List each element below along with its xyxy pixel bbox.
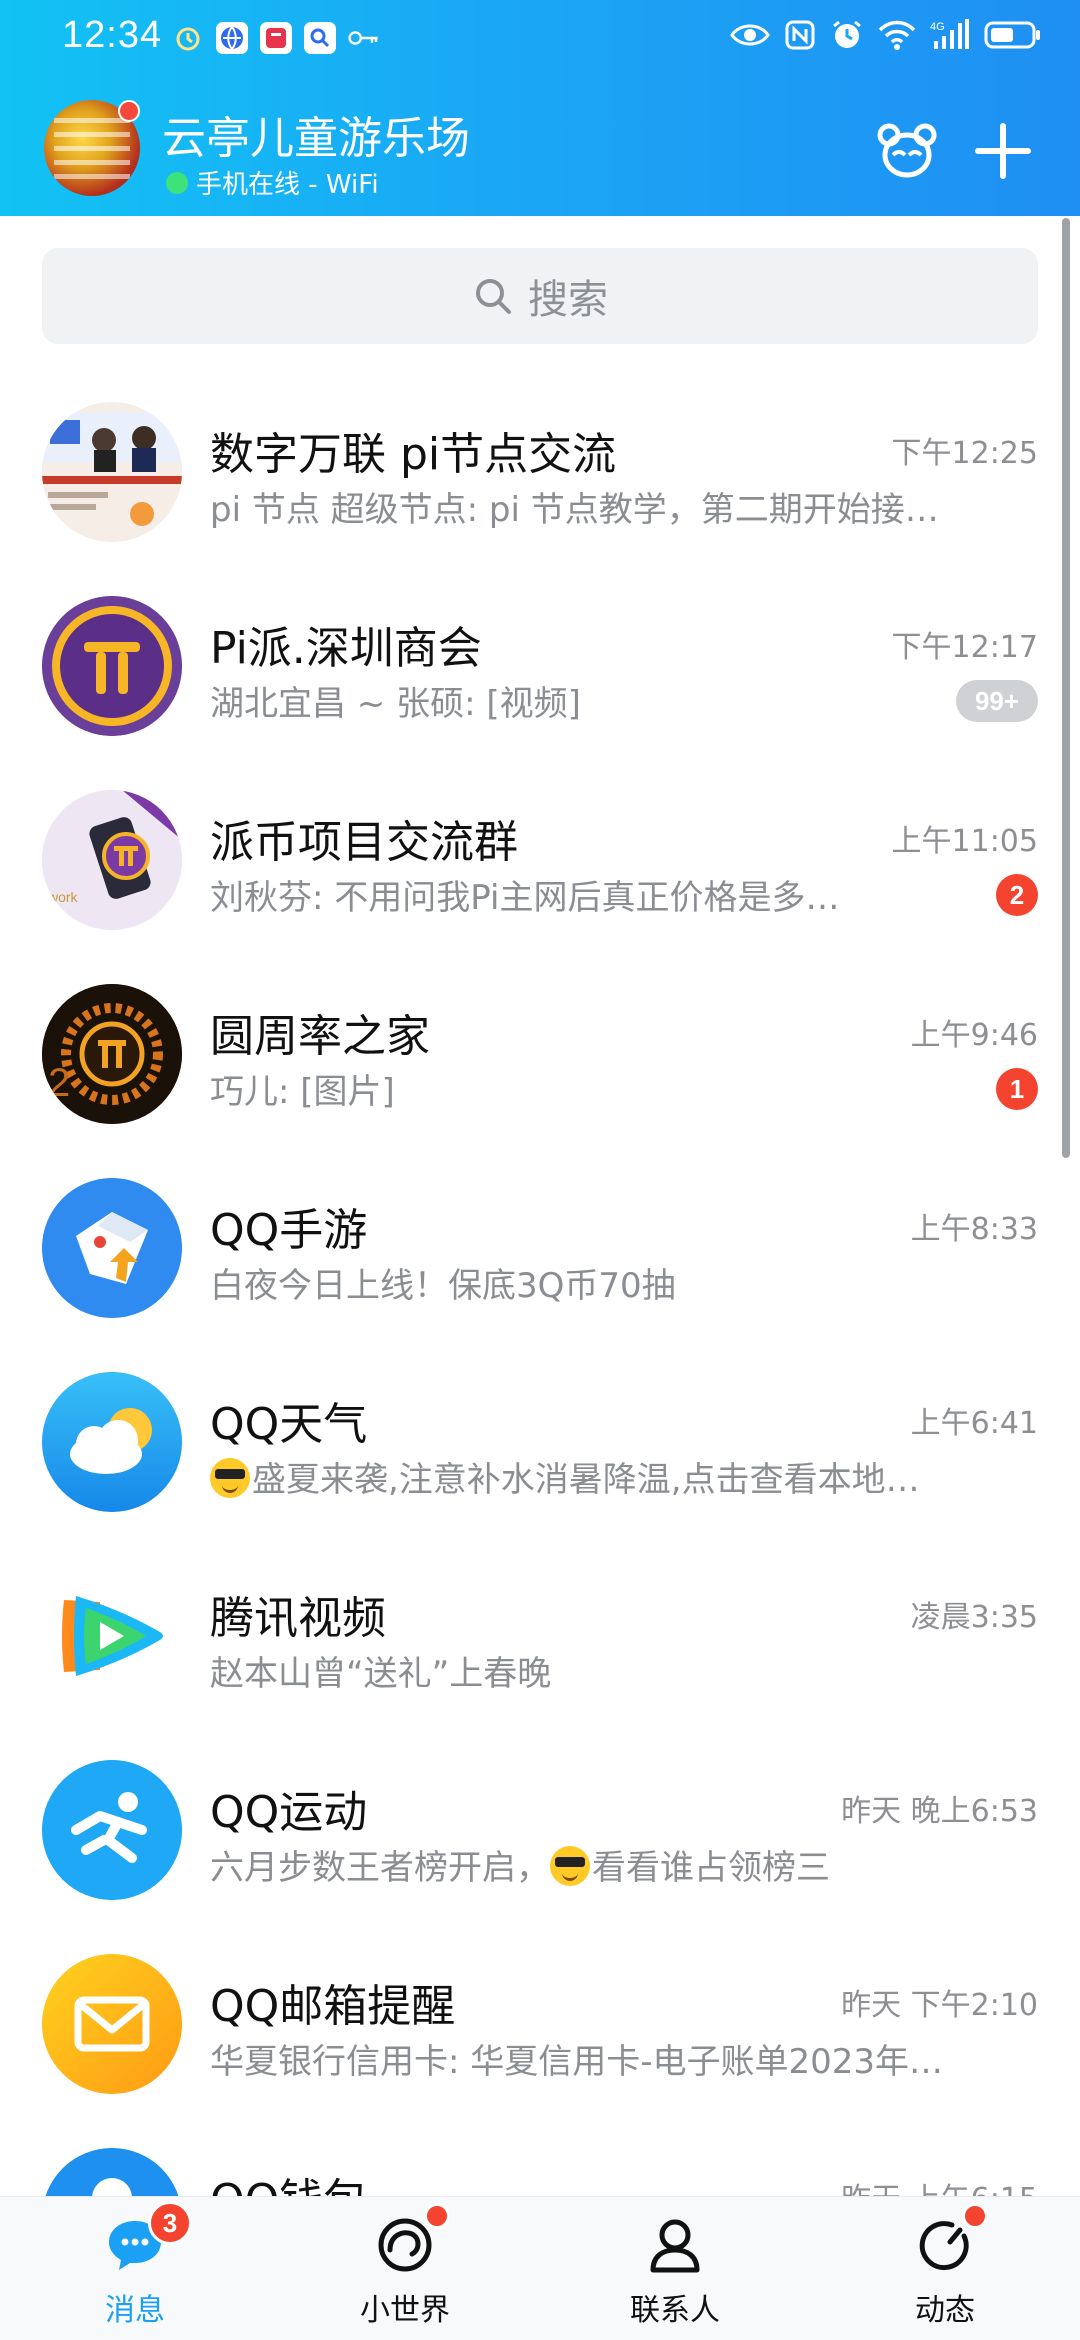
nfc-icon bbox=[785, 20, 815, 50]
bottom-nav: 3 消息 小世界 联系人 动态 bbox=[0, 2196, 1080, 2340]
unread-badge-muted: 99+ bbox=[956, 680, 1038, 722]
person-icon bbox=[645, 2215, 705, 2275]
chat-preview: pi 节点 超级节点: pi 节点教学，第二期开始接… bbox=[210, 490, 939, 530]
unread-badge: 1 bbox=[996, 1068, 1038, 1110]
chat-time: 下午12:17 bbox=[891, 630, 1038, 665]
group-avatar: work bbox=[42, 790, 182, 930]
sunglasses-emoji-icon bbox=[550, 1846, 590, 1886]
mascot-button[interactable] bbox=[872, 116, 942, 186]
chat-time: 上午11:05 bbox=[891, 824, 1038, 859]
group-avatar: 2 bbox=[42, 984, 182, 1124]
chat-preview: 白夜今日上线！保底3Q币70抽 bbox=[210, 1266, 676, 1306]
chat-name: 派币项目交流群 bbox=[210, 817, 518, 868]
chat-time: 凌晨3:35 bbox=[910, 1600, 1038, 1635]
chat-item[interactable]: work 派币项目交流群 上午11:05 刘秋芬: 不用问我Pi主网后真正价格是… bbox=[0, 766, 1080, 960]
chat-preview: 赵本山曾“送礼”上春晚 bbox=[210, 1654, 552, 1694]
tab-label: 联系人 bbox=[630, 2293, 720, 2328]
key-icon bbox=[348, 22, 380, 54]
tab-feed[interactable]: 动态 bbox=[810, 2197, 1080, 2340]
chat-name: 腾讯视频 bbox=[210, 1593, 386, 1644]
chat-item[interactable]: QQ运动 昨天 晚上6:53 六月步数王者榜开启， 看看谁占领榜三 bbox=[0, 1736, 1080, 1930]
chat-item[interactable]: 数字万联 pi节点交流 下午12:25 pi 节点 超级节点: pi 节点教学，… bbox=[0, 378, 1080, 572]
status-bar: 12:34 4G bbox=[0, 0, 1080, 80]
mascot-icon bbox=[877, 123, 937, 178]
chat-time: 下午12:25 bbox=[891, 436, 1038, 471]
svg-text:4G: 4G bbox=[930, 21, 945, 33]
qq-games-icon bbox=[42, 1178, 182, 1318]
app-header: 云亭儿童游乐场 手机在线 - WiFi bbox=[0, 80, 1080, 216]
chat-name: QQ运动 bbox=[210, 1787, 368, 1838]
add-button[interactable] bbox=[968, 116, 1038, 186]
chat-time: 昨天 下午2:10 bbox=[841, 1988, 1038, 2023]
search-icon bbox=[304, 22, 336, 54]
clock-icon bbox=[833, 20, 861, 48]
sunglasses-emoji-icon bbox=[210, 1458, 250, 1498]
chat-name: QQ天气 bbox=[210, 1399, 368, 1450]
chat-item[interactable]: 腾讯视频 凌晨3:35 赵本山曾“送礼”上春晚 bbox=[0, 1542, 1080, 1736]
tab-small-world[interactable]: 小世界 bbox=[270, 2197, 540, 2340]
chat-item[interactable]: 2 圆周率之家 上午9:46 巧儿: [图片] 1 bbox=[0, 960, 1080, 1154]
chat-preview: 华夏银行信用卡: 华夏信用卡-电子账单2023年… bbox=[210, 2042, 944, 2082]
online-status-icon bbox=[166, 171, 188, 194]
account-name[interactable]: 云亭儿童游乐场 bbox=[162, 102, 470, 166]
tab-contacts[interactable]: 联系人 bbox=[540, 2197, 810, 2340]
feed-dot bbox=[962, 2203, 988, 2229]
chat-name: 数字万联 pi节点交流 bbox=[210, 429, 617, 480]
unread-badge: 2 bbox=[996, 874, 1038, 916]
qq-sports-icon bbox=[42, 1760, 182, 1900]
chat-item[interactable]: Pi派.深圳商会 下午12:17 湖北宜昌 ~ 张硕: [视频] 99+ bbox=[0, 572, 1080, 766]
tab-messages[interactable]: 3 消息 bbox=[0, 2197, 270, 2340]
messages-badge: 3 bbox=[148, 2201, 192, 2245]
signal-icon: 4G bbox=[930, 19, 969, 49]
presence-text: 手机在线 - WiFi bbox=[196, 170, 379, 200]
chat-preview: 盛夏来袭,注意补水消暑降温,点击查看本地… bbox=[210, 1452, 1016, 1501]
battery-icon bbox=[984, 21, 1040, 49]
tab-label: 小世界 bbox=[360, 2293, 450, 2328]
chat-time: 上午6:41 bbox=[910, 1406, 1038, 1441]
tencent-video-icon bbox=[42, 1566, 182, 1706]
wifi-icon bbox=[878, 20, 916, 50]
tab-label: 消息 bbox=[105, 2293, 165, 2328]
small-world-dot bbox=[424, 2203, 450, 2229]
add-icon bbox=[975, 123, 1031, 179]
status-time: 12:34 bbox=[62, 14, 163, 56]
search-icon bbox=[476, 279, 511, 314]
eye-icon bbox=[730, 24, 770, 46]
search-placeholder: 搜索 bbox=[528, 277, 608, 323]
chat-preview: 六月步数王者榜开启， 看看谁占领榜三 bbox=[210, 1846, 830, 1888]
chat-item[interactable]: QQ天气 上午6:41 盛夏来袭,注意补水消暑降温,点击查看本地… bbox=[0, 1348, 1080, 1542]
search-bar[interactable]: 搜索 bbox=[42, 248, 1038, 344]
qq-weather-icon bbox=[42, 1372, 182, 1512]
alarm-icon bbox=[172, 22, 204, 54]
chat-item[interactable]: QQ手游 上午8:33 白夜今日上线！保底3Q币70抽 bbox=[0, 1154, 1080, 1348]
chat-item[interactable]: QQ邮箱提醒 昨天 下午2:10 华夏银行信用卡: 华夏信用卡-电子账单2023… bbox=[0, 1930, 1080, 2124]
avatar-notification-dot bbox=[118, 100, 140, 122]
svg-text:2: 2 bbox=[48, 1061, 70, 1105]
chat-name: QQ手游 bbox=[210, 1205, 368, 1256]
chat-time: 上午8:33 bbox=[910, 1212, 1038, 1247]
chat-name: 圆周率之家 bbox=[210, 1011, 430, 1062]
chat-time: 上午9:46 bbox=[910, 1018, 1038, 1053]
chat-preview: 刘秋芬: 不用问我Pi主网后真正价格是多… bbox=[210, 878, 840, 918]
status-system-icons: 4G bbox=[730, 18, 1042, 52]
notes-icon bbox=[260, 22, 292, 54]
qq-mail-icon bbox=[42, 1954, 182, 2094]
chat-preview: 湖北宜昌 ~ 张硕: [视频] bbox=[210, 684, 581, 724]
chat-name: Pi派.深圳商会 bbox=[210, 623, 482, 674]
chat-name: QQ邮箱提醒 bbox=[210, 1981, 456, 2032]
chat-time: 昨天 晚上6:53 bbox=[841, 1794, 1038, 1829]
pi-logo-avatar bbox=[42, 596, 182, 736]
tab-label: 动态 bbox=[915, 2293, 975, 2328]
group-avatar bbox=[42, 402, 182, 542]
status-app-icons bbox=[172, 22, 380, 54]
scrollbar[interactable] bbox=[1062, 218, 1070, 1158]
presence-status[interactable]: 手机在线 - WiFi bbox=[166, 164, 379, 201]
chat-preview: 巧儿: [图片] bbox=[210, 1072, 395, 1112]
svg-text:work: work bbox=[47, 889, 79, 905]
browser-icon bbox=[216, 22, 248, 54]
